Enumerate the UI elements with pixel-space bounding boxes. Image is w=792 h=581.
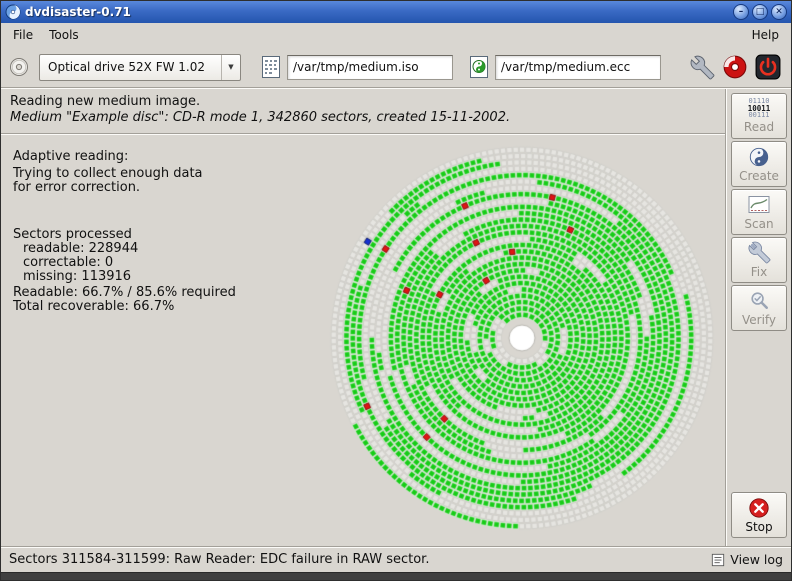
minimize-button[interactable]: –: [733, 4, 749, 20]
menubar: File Tools Help: [1, 23, 791, 47]
fix-button[interactable]: Fix: [731, 237, 787, 283]
close-icon: ✕: [775, 8, 783, 17]
view-log-label: View log: [730, 552, 783, 567]
chevron-down-icon: ▼: [221, 55, 240, 80]
titlebar[interactable]: dvdisaster-0.71 – □ ✕: [1, 1, 791, 23]
menu-help[interactable]: Help: [744, 25, 787, 45]
optical-drive-icon: [9, 57, 29, 77]
magnifier-icon: [748, 289, 771, 312]
preferences-button[interactable]: [687, 52, 717, 82]
binary-read-icon: 01110 10011 00111: [748, 98, 771, 119]
menu-file[interactable]: File: [5, 25, 41, 45]
yin-yang-icon: [748, 146, 770, 168]
create-button[interactable]: Create: [731, 141, 787, 187]
dvdisaster-disc-button[interactable]: [720, 52, 750, 82]
read-button[interactable]: 01110 10011 00111 Read: [731, 93, 787, 139]
action-sidebar: 01110 10011 00111 Read Create: [727, 89, 791, 546]
stat-missing: missing: 113916: [13, 270, 236, 284]
iso-path-input[interactable]: [287, 55, 453, 80]
stop-icon: [748, 497, 770, 519]
red-disc-icon: [722, 54, 748, 80]
status-message: Sectors 311584-311599: Raw Reader: EDC f…: [9, 552, 429, 567]
drive-select-value: Optical drive 52X FW 1.02: [48, 60, 205, 74]
adaptive-desc-line1: Trying to collect enough data: [13, 167, 236, 181]
reading-info-panel: Adaptive reading: Trying to collect enou…: [13, 150, 236, 314]
scan-chart-icon: [747, 194, 771, 216]
verify-button-label: Verify: [742, 313, 776, 327]
read-button-label: Read: [744, 120, 774, 134]
sectors-processed-heading: Sectors processed: [13, 228, 236, 242]
quit-button[interactable]: [753, 52, 783, 82]
operation-title: Reading new medium image.: [10, 94, 716, 110]
create-button-label: Create: [739, 169, 779, 183]
main-area: Adaptive reading: Trying to collect enou…: [1, 135, 725, 546]
verify-button[interactable]: Verify: [731, 285, 787, 331]
readable-summary: Readable: 66.7% / 85.6% required: [13, 286, 236, 300]
image-file-icon: [259, 55, 283, 79]
app-icon: [5, 4, 21, 20]
app-window: dvdisaster-0.71 – □ ✕ File Tools Help Op…: [0, 0, 792, 581]
stop-button[interactable]: Stop: [731, 492, 787, 538]
toolbar: Optical drive 52X FW 1.02 ▼: [1, 47, 791, 87]
ecc-file-icon: [467, 55, 491, 79]
menu-tools[interactable]: Tools: [41, 25, 87, 45]
window-bottom-edge: [1, 572, 791, 580]
stat-readable: readable: 228944: [13, 242, 236, 256]
sector-spiral-visualization: [325, 141, 719, 535]
close-button[interactable]: ✕: [771, 4, 787, 20]
drive-select[interactable]: Optical drive 52X FW 1.02 ▼: [39, 54, 241, 81]
window-title: dvdisaster-0.71: [25, 5, 729, 19]
stop-button-label: Stop: [745, 520, 772, 534]
operation-status-header: Reading new medium image. Medium "Exampl…: [1, 89, 725, 133]
maximize-button[interactable]: □: [752, 4, 768, 20]
medium-info-line: Medium "Example disc": CD-R mode 1, 3428…: [10, 110, 716, 126]
wrench-icon: [690, 55, 715, 80]
stat-correctable: correctable: 0: [13, 256, 236, 270]
scan-button[interactable]: Scan: [731, 189, 787, 235]
statusbar: Sectors 311584-311599: Raw Reader: EDC f…: [1, 546, 791, 572]
adaptive-desc-line2: for error correction.: [13, 181, 236, 195]
tools-icon: [748, 241, 771, 264]
fix-button-label: Fix: [751, 265, 767, 279]
minimize-icon: –: [739, 8, 744, 17]
power-icon: [755, 54, 781, 80]
view-log-button[interactable]: View log: [711, 552, 783, 567]
adaptive-reading-heading: Adaptive reading:: [13, 150, 236, 164]
total-recoverable-summary: Total recoverable: 66.7%: [13, 300, 236, 314]
ecc-path-input[interactable]: [495, 55, 661, 80]
log-icon: [711, 553, 725, 567]
maximize-icon: □: [756, 8, 765, 17]
scan-button-label: Scan: [744, 217, 773, 231]
